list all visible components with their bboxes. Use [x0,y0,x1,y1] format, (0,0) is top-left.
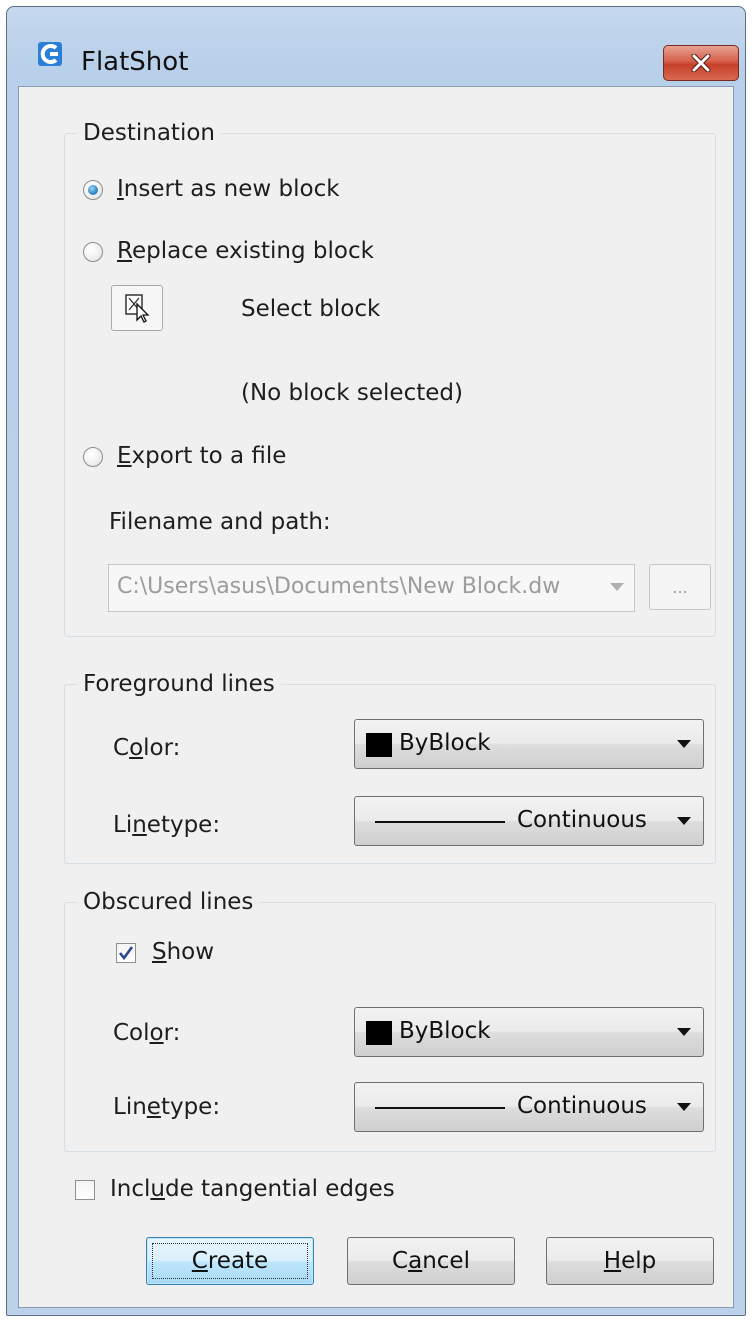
foreground-color-dropdown[interactable]: ByBlock [354,719,704,769]
destination-legend: Destination [77,119,221,147]
browse-button[interactable]: ... [649,564,711,610]
filename-label: Filename and path: [109,509,331,535]
select-block-button[interactable] [111,285,163,331]
linetype-sample [375,821,505,823]
checkmark-icon [118,946,134,961]
foreground-color-label: Color: [113,735,181,761]
window-title: FlatShot [81,47,189,77]
dialog-client-area: Destination Insert as new block Replace … [18,86,734,1308]
replace-existing-block-radio[interactable] [83,242,103,262]
chevron-down-icon [610,583,624,591]
filename-value: C:\Users\asus\Documents\New Block.dw [117,574,561,599]
obscured-color-label: Color: [113,1020,181,1046]
close-icon [691,54,711,72]
insert-new-block-radio[interactable] [83,180,103,200]
app-icon [38,42,62,66]
export-to-file-label[interactable]: Export to a file [117,442,286,470]
foreground-color-value: ByBlock [399,730,491,756]
obscured-linetype-label: Linetype: [113,1094,221,1120]
color-swatch [366,733,392,757]
chevron-down-icon [677,817,691,825]
select-block-icon [125,294,150,323]
obscured-linetype-value: Continuous [517,1093,647,1119]
replace-existing-block-label[interactable]: Replace existing block [117,237,374,265]
close-button[interactable] [663,45,739,81]
show-obscured-checkbox[interactable] [116,943,136,963]
show-obscured-label[interactable]: Show [152,938,214,966]
foreground-linetype-value: Continuous [517,807,647,833]
flatshot-dialog: FlatShot Destination Insert as new block… [6,6,746,1316]
create-button[interactable]: Create [146,1237,314,1285]
foreground-linetype-label: Linetype: [113,812,221,838]
help-button[interactable]: Help [546,1237,714,1285]
include-tangential-checkbox[interactable] [75,1180,95,1200]
export-to-file-radio[interactable] [83,447,103,467]
obscured-legend: Obscured lines [77,888,260,916]
foreground-legend: Foreground lines [77,670,281,698]
foreground-linetype-dropdown[interactable]: Continuous [354,796,704,846]
obscured-color-dropdown[interactable]: ByBlock [354,1007,704,1057]
filename-combobox[interactable]: C:\Users\asus\Documents\New Block.dw [108,564,635,612]
chevron-down-icon [677,1028,691,1036]
cancel-button[interactable]: Cancel [347,1237,515,1285]
select-block-label: Select block [241,296,381,322]
chevron-down-icon [677,1103,691,1111]
insert-new-block-label[interactable]: Insert as new block [117,175,340,203]
chevron-down-icon [677,740,691,748]
title-bar[interactable]: FlatShot [7,7,745,85]
color-swatch [366,1021,392,1045]
linetype-sample [375,1107,505,1109]
block-status-text: (No block selected) [241,380,463,406]
include-tangential-label[interactable]: Include tangential edges [110,1175,395,1203]
obscured-color-value: ByBlock [399,1018,491,1044]
obscured-linetype-dropdown[interactable]: Continuous [354,1082,704,1132]
